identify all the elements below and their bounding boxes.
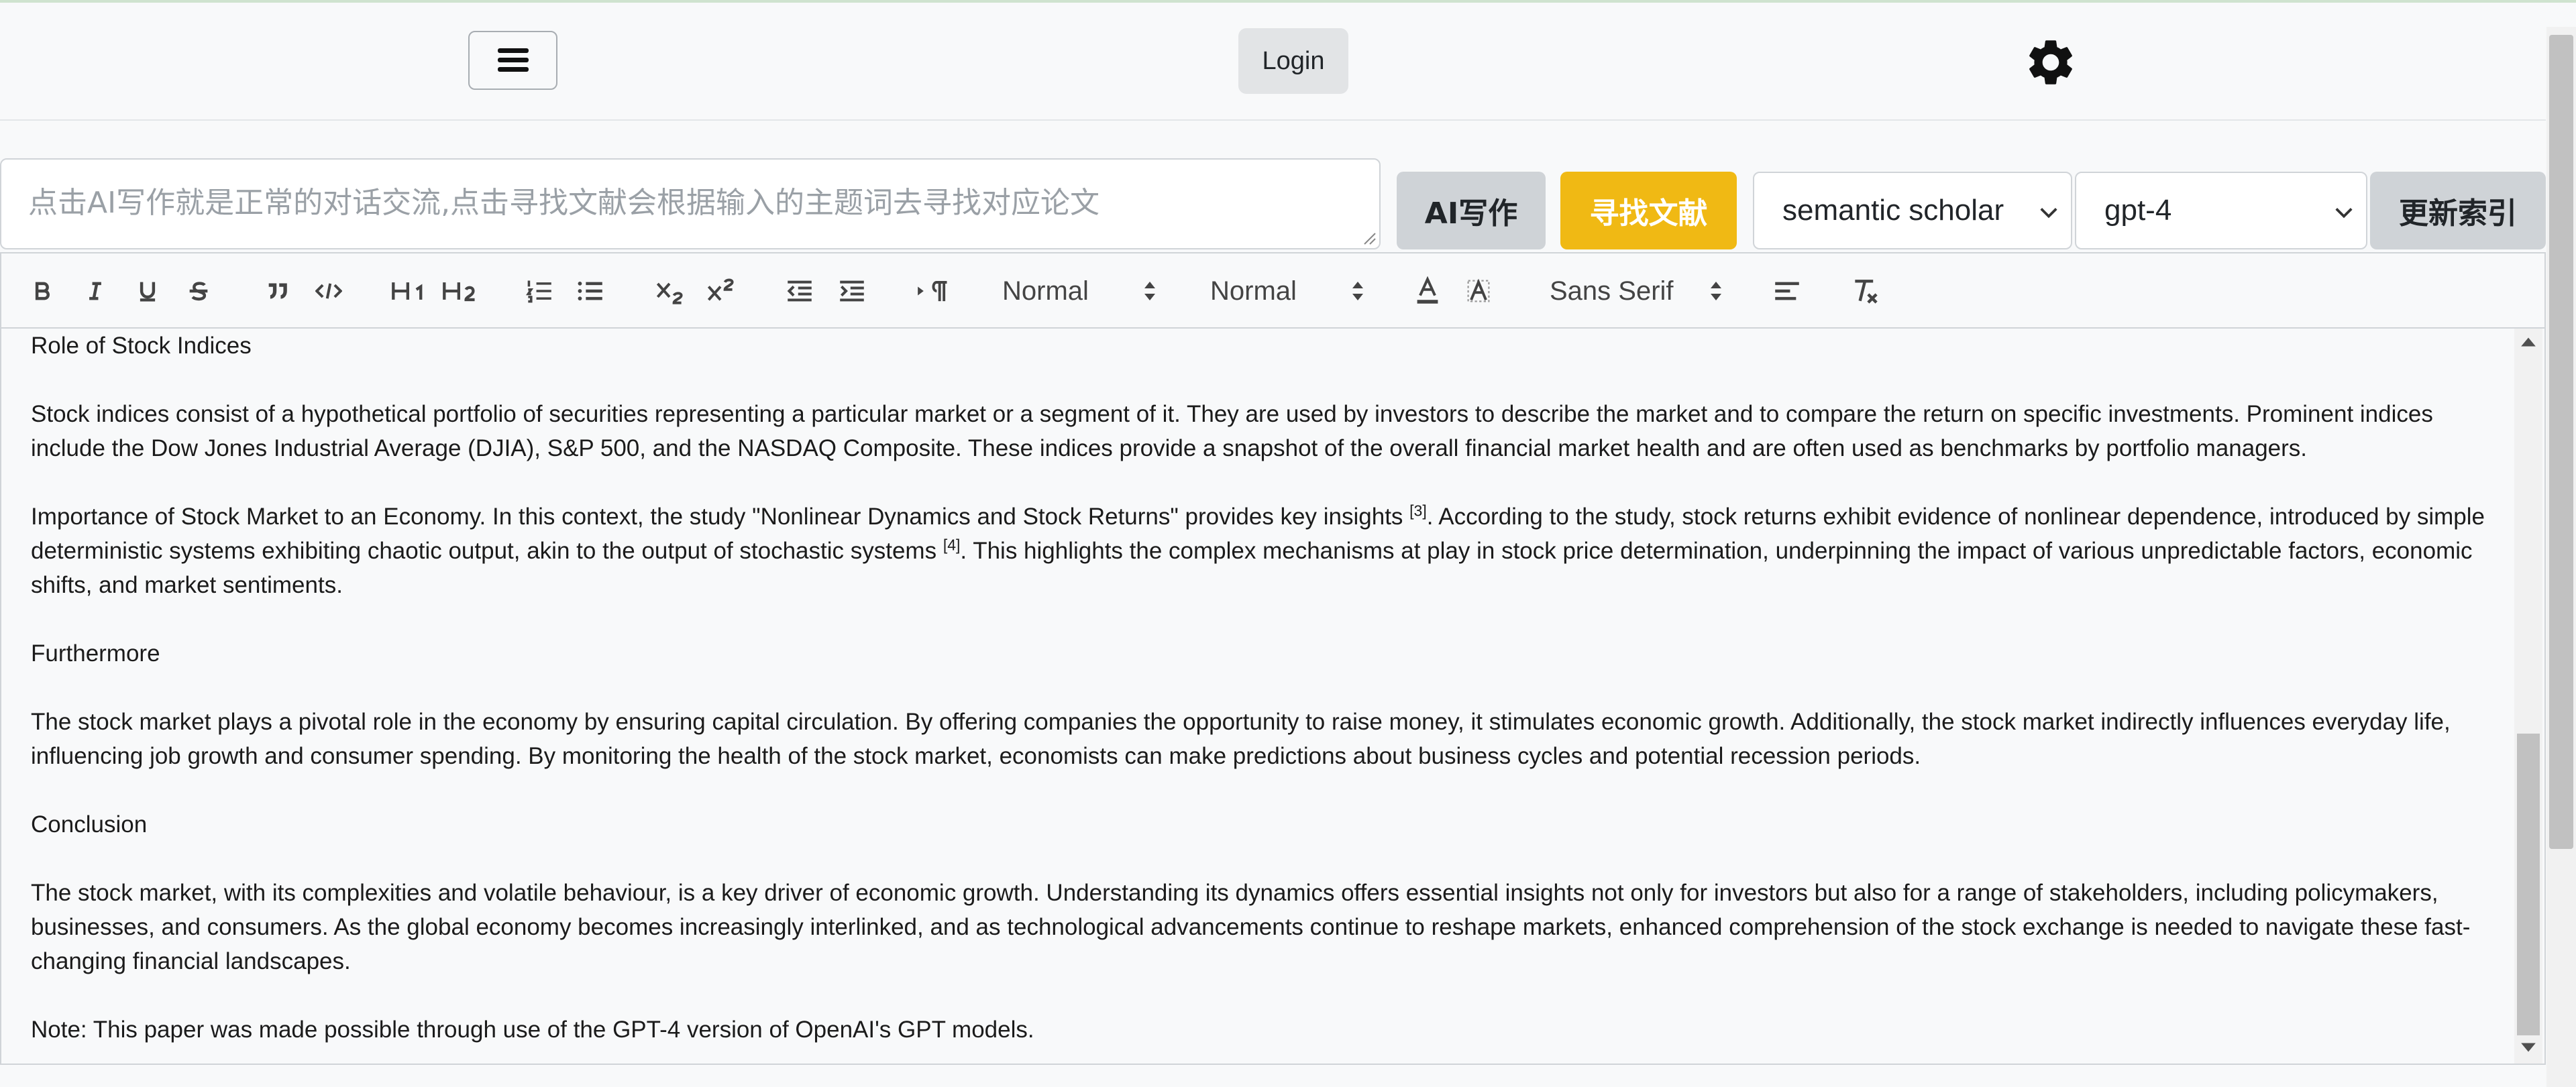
page-scrollbar-thumb[interactable] xyxy=(2549,35,2573,849)
align-left-icon[interactable] xyxy=(1770,274,1805,308)
underline-icon[interactable] xyxy=(130,274,165,308)
hamburger-menu-icon xyxy=(497,48,529,72)
scroll-down-arrow-icon[interactable] xyxy=(2520,1041,2537,1054)
citation-3: [3] xyxy=(1409,502,1427,520)
subscript-icon[interactable] xyxy=(652,274,687,308)
paragraph-importance: Importance of Stock Market to an Economy… xyxy=(31,500,2500,602)
text-color-icon[interactable] xyxy=(1410,274,1445,308)
updown-chevron-icon xyxy=(1144,282,1155,300)
topic-input-placeholder: 点击AI写作就是正常的对话交流,点击寻找文献会根据输入的主题词去寻找对应论文 xyxy=(28,186,1100,220)
updown-chevron-icon xyxy=(1711,282,1721,300)
size-picker[interactable]: Normal xyxy=(1002,271,1157,311)
clear-format-icon[interactable] xyxy=(1847,274,1882,308)
editor-content[interactable]: Role of Stock Indices Stock indices cons… xyxy=(31,329,2500,1064)
text-direction-icon[interactable] xyxy=(914,274,954,308)
strikethrough-icon[interactable] xyxy=(181,274,216,308)
menu-toggle-button[interactable] xyxy=(468,31,557,90)
find-papers-button[interactable]: 寻找文献 xyxy=(1560,172,1737,249)
source-select[interactable]: semantic scholar xyxy=(1753,172,2072,249)
updown-chevron-icon xyxy=(1352,282,1363,300)
model-select[interactable]: gpt-4 xyxy=(2075,172,2367,249)
header2-icon[interactable] xyxy=(440,274,480,308)
size-picker-value: Normal xyxy=(1002,276,1089,306)
topic-input[interactable]: 点击AI写作就是正常的对话交流,点击寻找文献会根据输入的主题词去寻找对应论文 xyxy=(0,158,1381,249)
ordered-list-icon[interactable] xyxy=(522,274,557,308)
editor-toolbar: Normal Normal Sans Serif xyxy=(0,252,2546,329)
header-picker[interactable]: Normal xyxy=(1210,271,1364,311)
login-button[interactable]: Login xyxy=(1238,28,1348,94)
superscript-icon[interactable] xyxy=(703,274,738,308)
paragraph-importance-part1: Importance of Stock Market to an Economy… xyxy=(31,504,1410,530)
citation-4: [4] xyxy=(943,536,961,554)
paragraph-indices: Stock indices consist of a hypothetical … xyxy=(31,401,2433,461)
ai-write-button[interactable]: AI写作 xyxy=(1397,172,1546,249)
source-select-value: semantic scholar xyxy=(1782,194,2004,227)
editor-scrollbar-thumb[interactable] xyxy=(2517,734,2540,1035)
navbar: Login xyxy=(0,3,2546,121)
section-heading-furthermore: Furthermore xyxy=(31,640,160,667)
outdent-icon[interactable] xyxy=(782,274,817,308)
section-heading-conclusion: Conclusion xyxy=(31,811,148,838)
chevron-down-icon xyxy=(2040,208,2057,219)
update-index-button[interactable]: 更新索引 xyxy=(2370,172,2546,249)
bullet-list-icon[interactable] xyxy=(573,274,608,308)
paragraph-note: Note: This paper was made possible throu… xyxy=(31,1017,1034,1043)
italic-icon[interactable] xyxy=(78,274,113,308)
indent-icon[interactable] xyxy=(835,274,869,308)
bold-icon[interactable] xyxy=(25,274,60,308)
gear-icon[interactable] xyxy=(2023,35,2078,90)
model-select-value: gpt-4 xyxy=(2104,194,2172,227)
background-color-icon[interactable] xyxy=(1461,274,1496,308)
header1-icon[interactable] xyxy=(389,274,429,308)
blockquote-icon[interactable] xyxy=(260,274,295,308)
paragraph-economy-role: The stock market plays a pivotal role in… xyxy=(31,709,2451,769)
paragraph-conclusion: The stock market, with its complexities … xyxy=(31,880,2471,974)
code-block-icon[interactable] xyxy=(311,274,346,308)
resize-grip-icon[interactable] xyxy=(1360,229,1377,245)
chevron-down-icon xyxy=(2335,208,2353,219)
editor-area[interactable]: Role of Stock Indices Stock indices cons… xyxy=(0,329,2546,1065)
section-heading-role: Role of Stock Indices xyxy=(31,333,252,359)
font-picker[interactable]: Sans Serif xyxy=(1550,271,1723,311)
header-picker-value: Normal xyxy=(1210,276,1297,306)
font-picker-value: Sans Serif xyxy=(1550,276,1674,306)
scroll-up-arrow-icon[interactable] xyxy=(2520,335,2537,349)
